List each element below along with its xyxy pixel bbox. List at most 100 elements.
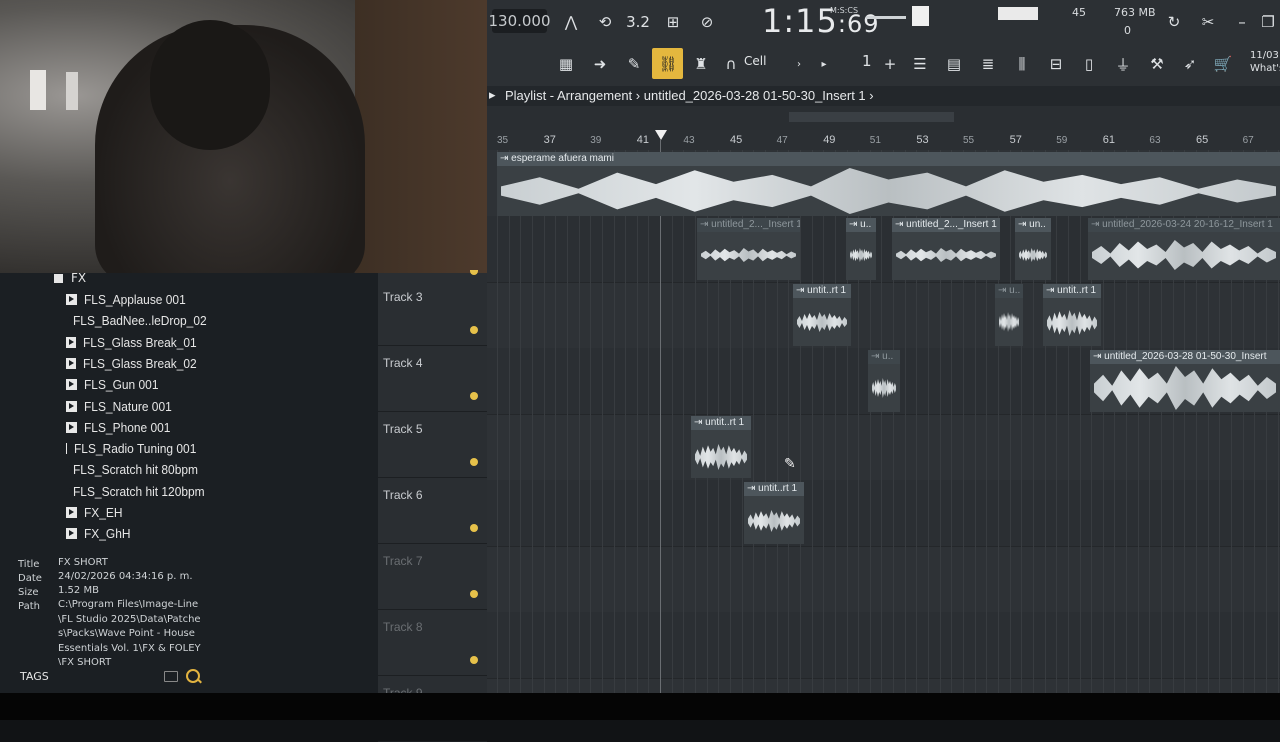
minimize-icon[interactable]: –: [1230, 10, 1254, 34]
audio-file-icon: [66, 379, 77, 391]
file-info-panel: Title FX SHORT Date 24/02/2026 04:34:16 …: [10, 555, 207, 665]
playhead-marker[interactable]: [655, 130, 667, 140]
browser-item[interactable]: FLS_Phone 001: [0, 417, 207, 438]
grid-line: [1079, 150, 1081, 693]
step-icon[interactable]: 3.2: [626, 10, 650, 34]
browser-item[interactable]: FLS_Radio Tuning 001: [0, 438, 207, 459]
song-position[interactable]: 1:15:69: [762, 2, 879, 40]
audio-clip[interactable]: ⇥ untit..rt 1: [691, 416, 751, 478]
channel-rack-icon[interactable]: ▤: [942, 52, 966, 76]
audio-clip[interactable]: ⇥ un..: [1015, 218, 1051, 280]
track-header[interactable]: Track 5: [378, 411, 487, 478]
ruler-bar-number: 41: [636, 134, 650, 146]
audio-clip[interactable]: ⇥ untitled_2026-03-28 01-50-30_Insert: [1090, 350, 1280, 412]
mixer-icon[interactable]: ≣: [976, 52, 1000, 76]
browser-item[interactable]: FLS_Glass Break_02: [0, 353, 207, 374]
cut-icon[interactable]: ✂: [1196, 10, 1220, 34]
webcam-lamp-2: [66, 72, 78, 110]
grid-line: [497, 150, 498, 693]
audio-clip[interactable]: ⇥ u..: [868, 350, 900, 412]
browser-item[interactable]: FLS_Applause 001: [0, 289, 207, 310]
mouse-cursor-icon: ✎: [784, 456, 796, 472]
master-volume-slider[interactable]: [866, 16, 906, 19]
tags-label[interactable]: TAGS: [20, 670, 49, 683]
track-header[interactable]: Track 6: [378, 477, 487, 544]
browser-item[interactable]: FLS_Glass Break_01: [0, 332, 207, 353]
audio-clip[interactable]: ⇥ u..: [995, 284, 1023, 346]
metronome-icon[interactable]: ⋀: [559, 10, 583, 34]
track-mute-led[interactable]: [470, 524, 478, 532]
audio-clip[interactable]: ⇥ untit..rt 1: [1043, 284, 1101, 346]
arrow-icon[interactable]: ➜: [588, 52, 612, 76]
ruler-bar-number: 35: [497, 135, 509, 146]
browser-item[interactable]: FX_GhH: [0, 523, 207, 544]
time-main: 1:15: [762, 2, 838, 40]
search-icon[interactable]: [186, 669, 200, 683]
audio-clip[interactable]: ⇥ u..: [846, 218, 876, 280]
audio-clip[interactable]: ⇥ esperame afuera mami: [497, 152, 1280, 216]
restore-icon[interactable]: ❐: [1256, 10, 1280, 34]
track-header[interactable]: Track 7: [378, 543, 487, 610]
scroll-thumb[interactable]: [789, 112, 954, 122]
cart-icon[interactable]: 🛒: [1211, 52, 1235, 76]
snap-dropdown[interactable]: Cell: [744, 54, 766, 68]
link-icon[interactable]: ⛓: [656, 52, 680, 76]
audio-clip[interactable]: ⇥ untit..rt 1: [793, 284, 851, 346]
track-mute-led[interactable]: [470, 326, 478, 334]
add-pattern-icon[interactable]: +: [878, 52, 902, 76]
loop-record-icon[interactable]: ⟲: [593, 10, 617, 34]
master-volume-knob[interactable]: [912, 6, 929, 26]
browser-item[interactable]: FLS_Nature 001: [0, 396, 207, 417]
share-icon[interactable]: ➶: [1178, 52, 1202, 76]
ruler-bar-number: 49: [823, 134, 836, 146]
pattern-prev-icon[interactable]: ▸: [812, 52, 836, 76]
track-header[interactable]: Track 8: [378, 609, 487, 676]
tool-icon[interactable]: ⚒: [1145, 52, 1169, 76]
browser-folder-fx[interactable]: FX: [54, 271, 86, 285]
tempo-display[interactable]: 130.000: [488, 9, 551, 33]
project-icon[interactable]: ▯: [1077, 52, 1101, 76]
track-mute-led[interactable]: [470, 392, 478, 400]
browser-icon[interactable]: ⊟: [1044, 52, 1068, 76]
browser-item[interactable]: FLS_Scratch hit 80bpm: [0, 459, 207, 480]
ruler-bar-number: 67: [1242, 135, 1254, 146]
magnet-icon[interactable]: ∩: [719, 52, 743, 76]
audio-clip[interactable]: ⇥ untit..rt 1: [744, 482, 804, 544]
info-date: 24/02/2026 04:34:16 p. m.: [58, 571, 193, 582]
collapse-icon[interactable]: ▸: [489, 88, 496, 103]
browser-item[interactable]: FLS_Scratch hit 120bpm: [0, 481, 207, 502]
undo-icon[interactable]: ↻: [1162, 10, 1186, 34]
grid-line: [1056, 150, 1058, 693]
pattern-selector[interactable]: 1: [862, 52, 872, 70]
track-header[interactable]: Track 3: [378, 279, 487, 346]
track-header[interactable]: Track 4: [378, 345, 487, 412]
folder-icon[interactable]: [164, 671, 178, 682]
browser-item[interactable]: FLS_BadNee..leDrop_02: [0, 310, 207, 331]
stamp-icon[interactable]: ♜: [689, 52, 713, 76]
playlist-overview-scroll[interactable]: [487, 106, 1280, 130]
fader-icon[interactable]: ⫼: [1010, 52, 1034, 76]
track-mute-led[interactable]: [470, 590, 478, 598]
folder-icon: [54, 273, 63, 283]
pencil-icon[interactable]: ✎: [622, 52, 646, 76]
playlist-icon[interactable]: ☰: [908, 52, 932, 76]
audio-clip[interactable]: ⇥ untitled_2..._Insert 1: [892, 218, 1000, 280]
piano-roll-icon[interactable]: ▦: [554, 52, 578, 76]
arrangement-chevron-icon[interactable]: ›: [869, 88, 873, 103]
audio-clip[interactable]: ⇥ untitled_2026-03-24 20-16-12_Insert 1: [1088, 218, 1280, 280]
clip-waveform: [1019, 248, 1047, 262]
audio-clip[interactable]: ⇥ untitled_2..._Insert 1: [697, 218, 800, 280]
timeline-ruler[interactable]: 35 37 39 41 43 45 47 49 51 53 55 57 59 61 63 65 67: [487, 130, 1280, 150]
snap-chevron-icon[interactable]: ›: [787, 52, 811, 76]
track-mute-led[interactable]: [470, 458, 478, 466]
ruler-bar-number: 65: [1196, 134, 1209, 146]
wait-icon[interactable]: ⊘: [695, 10, 719, 34]
arrangement-name[interactable]: untitled_2026-03-28 01-50-30_Insert 1: [644, 88, 866, 103]
track-mute-led[interactable]: [470, 656, 478, 664]
playlist-title-bar[interactable]: Playlist - Arrangement › untitled_2026-0…: [487, 86, 1280, 106]
browser-item[interactable]: FLS_Gun 001: [0, 374, 207, 395]
plugin-icon[interactable]: ⏚: [1111, 52, 1135, 76]
grid-line: [683, 150, 685, 693]
typing-keyboard-icon[interactable]: ⊞: [661, 10, 685, 34]
browser-item[interactable]: FX_EH: [0, 502, 207, 523]
